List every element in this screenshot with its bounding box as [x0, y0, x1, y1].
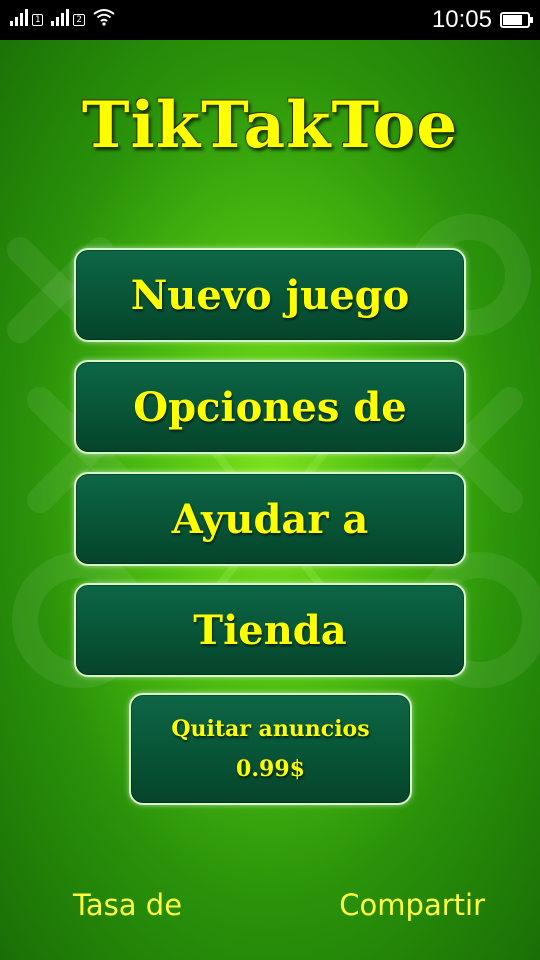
share-link[interactable]: Compartir: [339, 888, 485, 922]
signal-icon: 2: [51, 8, 85, 26]
wifi-icon: [93, 9, 115, 26]
game-title: TikTakToe: [81, 88, 459, 163]
battery-icon: [500, 12, 533, 28]
rate-link[interactable]: Tasa de: [73, 888, 182, 922]
options-button[interactable]: Opciones de: [74, 360, 466, 454]
signal-icon: 1: [10, 8, 44, 26]
sim2-badge: 2: [73, 14, 85, 26]
status-bar: 1 2 10:05: [0, 0, 540, 40]
status-right-group: 10:05: [431, 6, 533, 34]
remove-ads-button[interactable]: Quitar anuncios 0.99$: [129, 693, 412, 805]
clock: 10:05: [431, 6, 492, 33]
help-label: Ayudar a: [171, 495, 369, 543]
app-screen: TikTakToe Nuevo juego Opciones de Ayudar…: [0, 40, 540, 960]
remove-ads-price: 0.99$: [236, 756, 305, 782]
sim1-badge: 1: [32, 14, 44, 26]
new-game-label: Nuevo juego: [130, 271, 410, 319]
store-button[interactable]: Tienda: [74, 583, 466, 677]
store-label: Tienda: [193, 606, 347, 654]
new-game-button[interactable]: Nuevo juego: [74, 248, 466, 342]
status-left-group: 1 2: [10, 8, 115, 26]
battery-level: [503, 15, 522, 25]
remove-ads-label: Quitar anuncios: [171, 716, 370, 742]
options-label: Opciones de: [133, 383, 407, 431]
help-button[interactable]: Ayudar a: [74, 472, 466, 566]
